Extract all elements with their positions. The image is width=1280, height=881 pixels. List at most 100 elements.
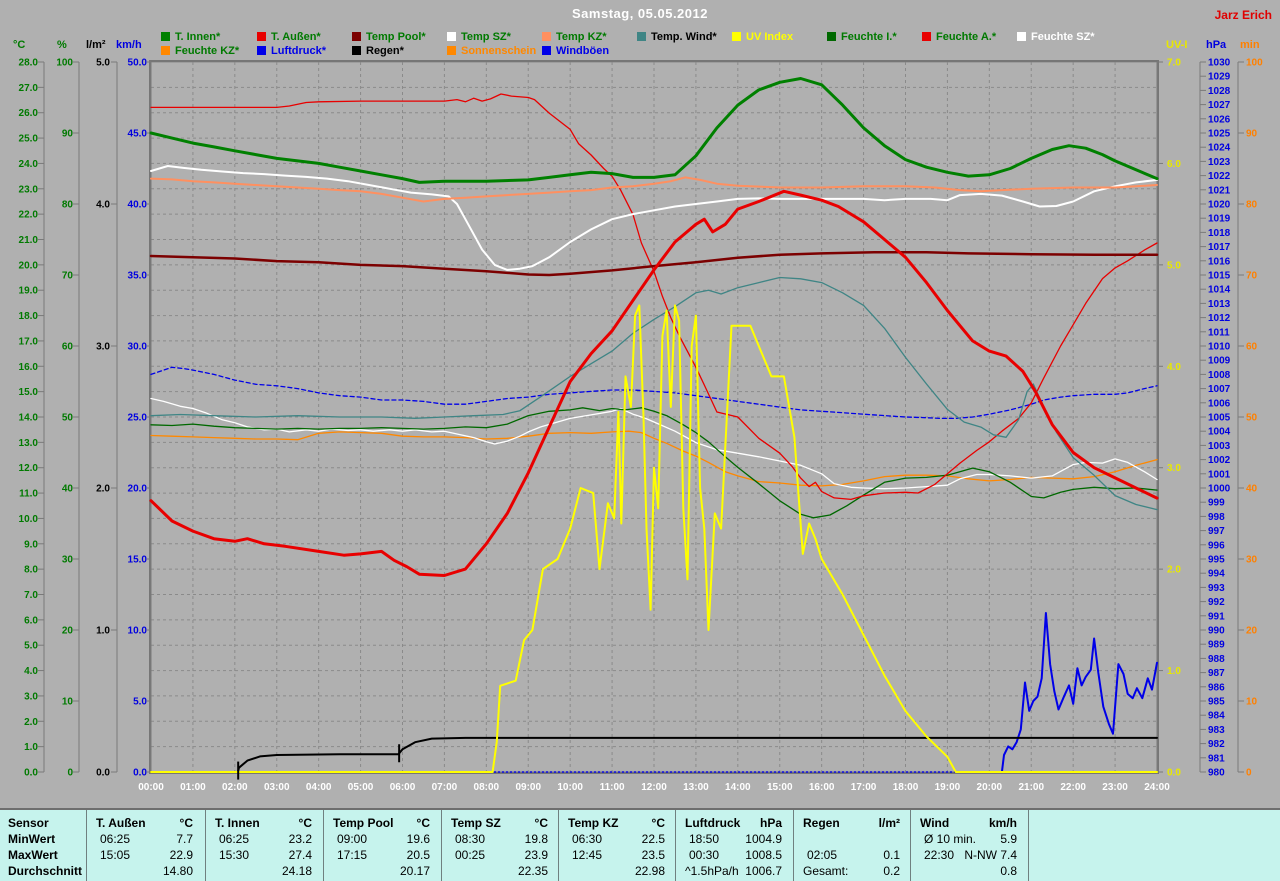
svg-text:11:00: 11:00 (600, 782, 625, 790)
svg-text:985: 985 (1208, 697, 1225, 708)
svg-text:996: 996 (1208, 540, 1225, 551)
svg-text:20: 20 (62, 626, 74, 637)
stats-cell: 20.17 (399, 864, 430, 878)
svg-text:995: 995 (1208, 555, 1225, 566)
svg-text:998: 998 (1208, 512, 1225, 523)
svg-text:9.0: 9.0 (24, 539, 38, 550)
svg-text:12:00: 12:00 (641, 782, 667, 790)
svg-text:1013: 1013 (1208, 299, 1231, 310)
svg-text:18.0: 18.0 (19, 311, 39, 322)
svg-text:1028: 1028 (1208, 86, 1231, 97)
svg-text:1009: 1009 (1208, 356, 1231, 367)
svg-text:00:00: 00:00 (138, 782, 164, 790)
svg-text:10.0: 10.0 (128, 626, 148, 637)
svg-text:01:00: 01:00 (180, 782, 206, 790)
svg-text:40: 40 (1246, 484, 1258, 495)
svg-text:20.0: 20.0 (128, 484, 148, 495)
stats-cell: 22.98 (634, 864, 665, 878)
svg-text:3.0: 3.0 (96, 342, 110, 353)
svg-text:1011: 1011 (1208, 327, 1230, 338)
stats-cell: hPa (759, 816, 782, 830)
stats-cell: 1008.5 (745, 848, 782, 862)
svg-text:1.0: 1.0 (24, 742, 38, 753)
svg-text:30: 30 (62, 555, 74, 566)
svg-text:1017: 1017 (1208, 242, 1231, 253)
svg-text:1008: 1008 (1208, 370, 1231, 381)
svg-text:1024: 1024 (1208, 143, 1231, 154)
svg-text:0.0: 0.0 (1167, 768, 1181, 779)
svg-text:22:00: 22:00 (1060, 782, 1086, 790)
stats-cell: 7.7 (176, 832, 193, 846)
svg-text:1018: 1018 (1208, 228, 1231, 239)
svg-text:25.0: 25.0 (128, 413, 148, 424)
svg-text:80: 80 (1246, 200, 1258, 211)
svg-text:17.0: 17.0 (19, 336, 39, 347)
svg-text:1012: 1012 (1208, 313, 1231, 324)
svg-text:1025: 1025 (1208, 129, 1231, 140)
svg-text:04:00: 04:00 (306, 782, 332, 790)
svg-text:3.0: 3.0 (1167, 463, 1181, 474)
svg-text:1.0: 1.0 (1167, 666, 1181, 677)
svg-text:40: 40 (62, 484, 74, 495)
svg-text:50.0: 50.0 (128, 58, 148, 69)
stats-cell: 23.2 (288, 832, 312, 846)
svg-text:15:00: 15:00 (767, 782, 793, 790)
svg-text:21.0: 21.0 (19, 235, 39, 246)
svg-text:986: 986 (1208, 682, 1225, 693)
svg-text:14:00: 14:00 (725, 782, 751, 790)
svg-text:90: 90 (1246, 129, 1258, 140)
svg-text:17:00: 17:00 (851, 782, 877, 790)
svg-text:24:00: 24:00 (1144, 782, 1170, 790)
svg-text:1023: 1023 (1208, 157, 1231, 168)
svg-text:5.0: 5.0 (96, 58, 110, 69)
svg-text:991: 991 (1208, 611, 1225, 622)
svg-text:20.0: 20.0 (19, 260, 39, 271)
stats-cell: °C (179, 816, 193, 830)
stats-cell: 5.9 (1000, 832, 1017, 846)
svg-text:982: 982 (1208, 739, 1225, 750)
svg-text:6.0: 6.0 (24, 615, 38, 626)
svg-text:8.0: 8.0 (24, 565, 38, 576)
svg-text:19:00: 19:00 (935, 782, 961, 790)
svg-text:1005: 1005 (1208, 413, 1231, 424)
svg-text:2.0: 2.0 (24, 717, 38, 728)
svg-text:984: 984 (1208, 711, 1225, 722)
stats-cell: Sensor (8, 816, 49, 830)
svg-text:1029: 1029 (1208, 72, 1231, 83)
svg-text:26.0: 26.0 (19, 108, 39, 119)
svg-text:19.0: 19.0 (19, 286, 39, 297)
svg-text:1004: 1004 (1208, 427, 1231, 438)
svg-text:1026: 1026 (1208, 114, 1231, 125)
svg-text:1021: 1021 (1208, 185, 1231, 196)
svg-text:50: 50 (62, 413, 74, 424)
stats-cell: 14.80 (162, 864, 193, 878)
svg-text:23.0: 23.0 (19, 184, 39, 195)
svg-text:03:00: 03:00 (264, 782, 290, 790)
svg-text:21:00: 21:00 (1018, 782, 1044, 790)
svg-text:28.0: 28.0 (19, 58, 39, 69)
svg-text:1022: 1022 (1208, 171, 1231, 182)
svg-text:30.0: 30.0 (128, 342, 148, 353)
svg-text:07:00: 07:00 (432, 782, 458, 790)
svg-text:15.0: 15.0 (19, 387, 39, 398)
svg-text:0: 0 (67, 768, 73, 779)
svg-text:3.0: 3.0 (24, 691, 38, 702)
stats-cell: 0.2 (883, 864, 900, 878)
svg-text:7.0: 7.0 (24, 590, 38, 601)
svg-text:2.0: 2.0 (1167, 565, 1181, 576)
svg-text:10:00: 10:00 (557, 782, 583, 790)
svg-text:20:00: 20:00 (977, 782, 1003, 790)
svg-text:989: 989 (1208, 640, 1225, 651)
stats-cell: MaxWert (8, 848, 58, 862)
svg-text:23:00: 23:00 (1102, 782, 1128, 790)
svg-text:999: 999 (1208, 498, 1225, 509)
svg-text:40.0: 40.0 (128, 200, 148, 211)
svg-text:1019: 1019 (1208, 214, 1231, 225)
stats-cell: 19.6 (406, 832, 430, 846)
stats-cell: 24.18 (281, 864, 312, 878)
svg-text:0.0: 0.0 (133, 768, 147, 779)
svg-text:5.0: 5.0 (24, 641, 38, 652)
svg-text:15.0: 15.0 (128, 555, 148, 566)
svg-text:5.0: 5.0 (133, 697, 147, 708)
svg-text:18:00: 18:00 (893, 782, 919, 790)
